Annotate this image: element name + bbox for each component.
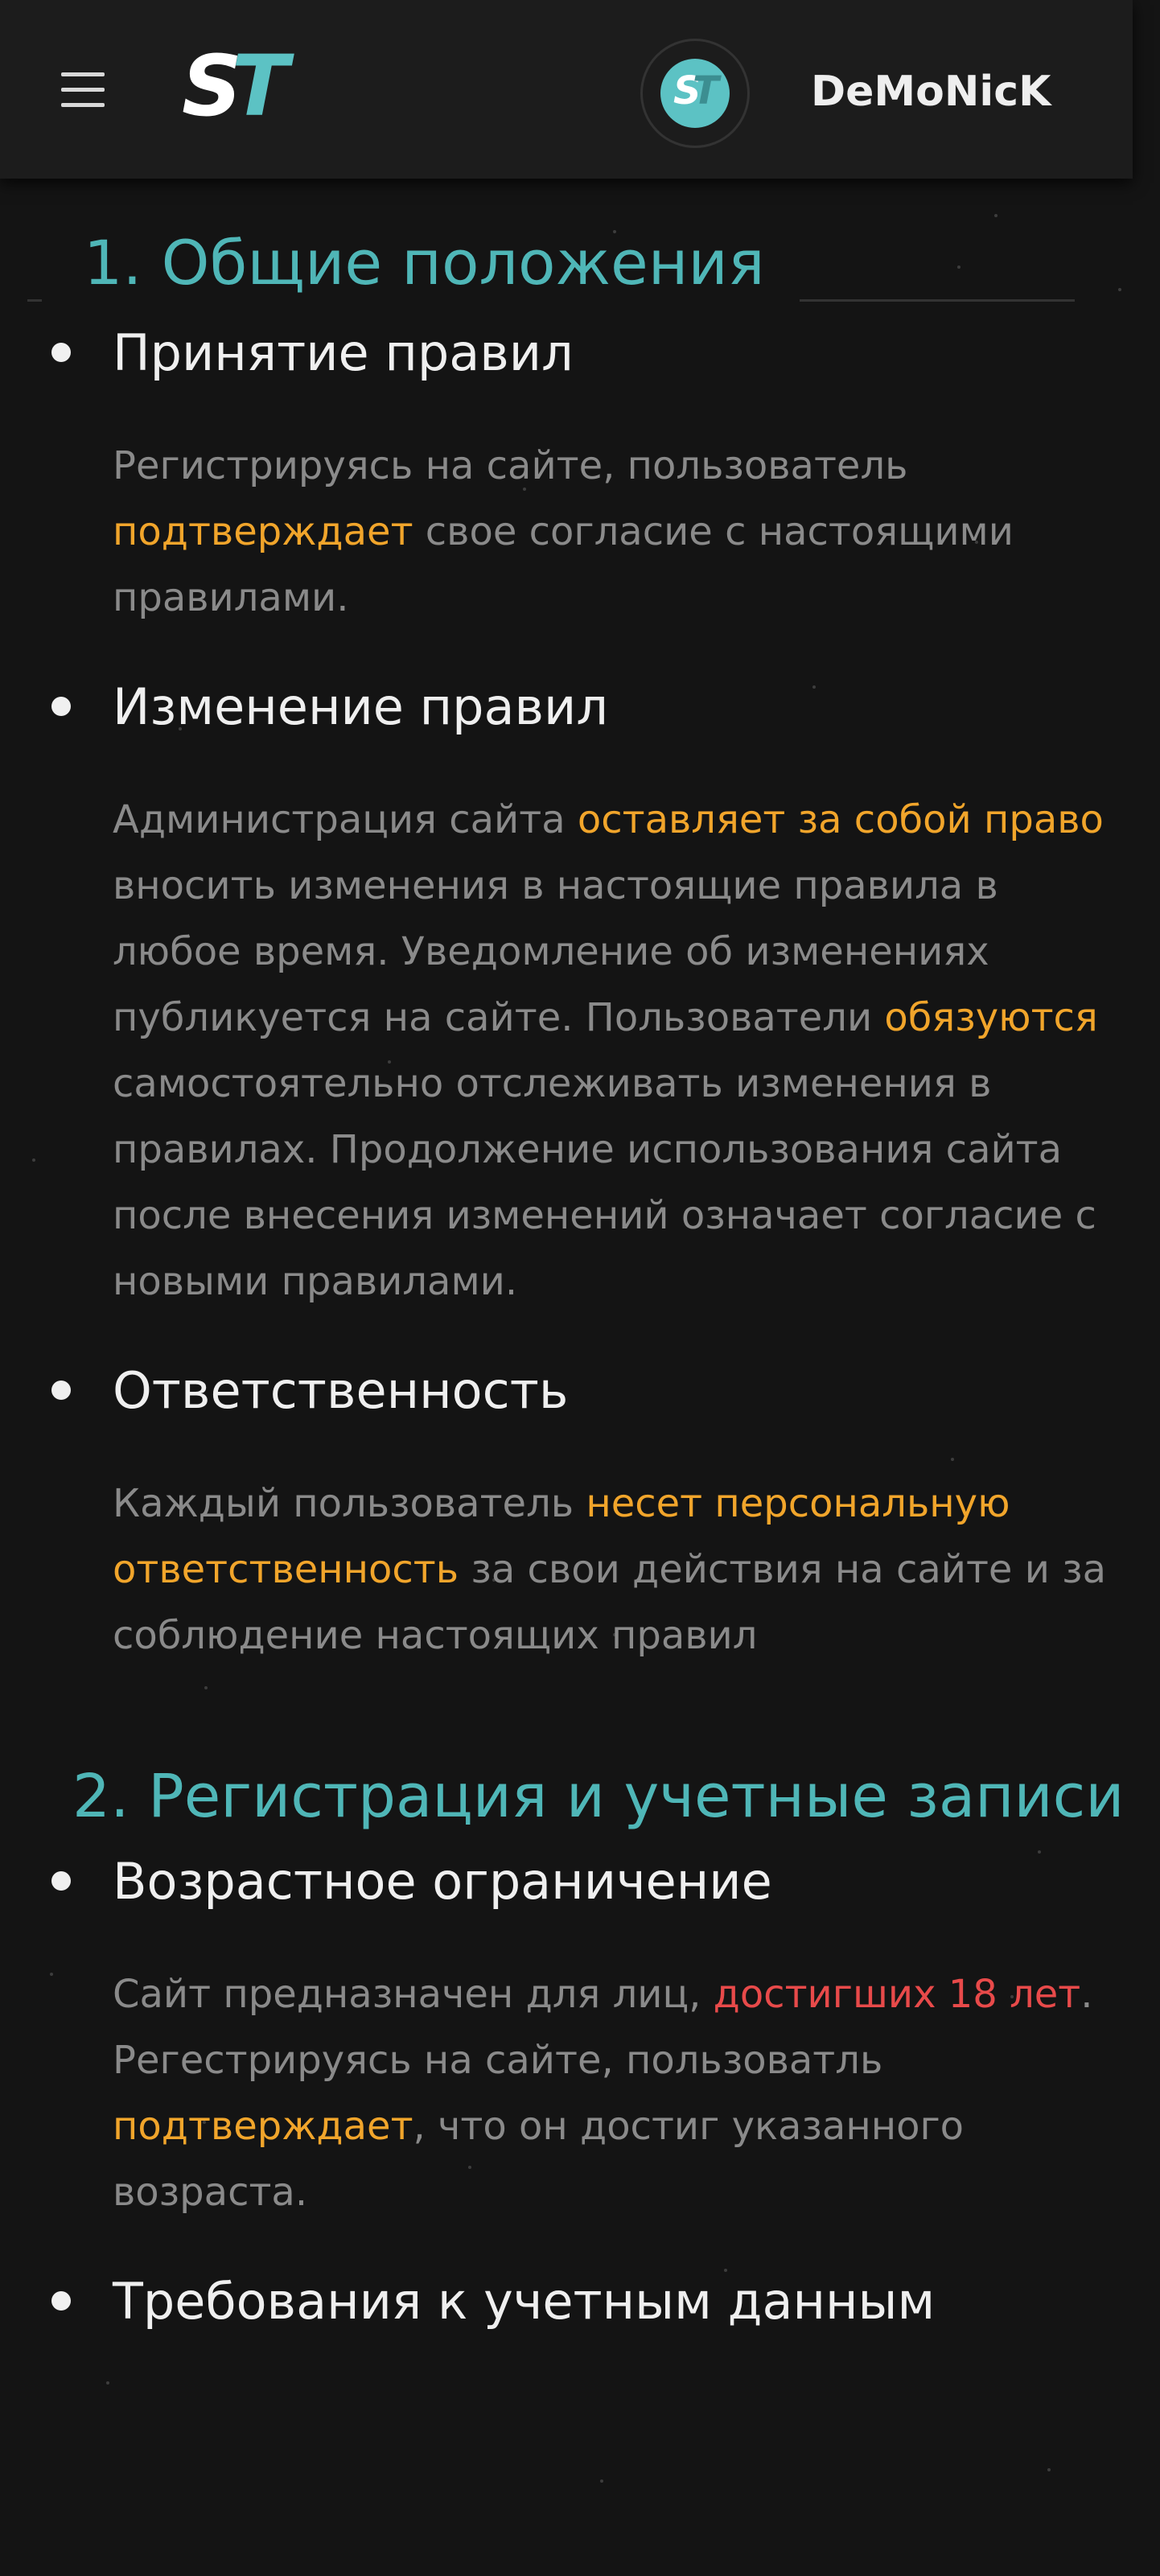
hamburger-menu-icon[interactable] xyxy=(61,71,106,109)
rule-item: Изменение правил Администрация сайта ост… xyxy=(0,669,1160,1315)
bullet-icon xyxy=(51,2291,71,2311)
avatar: S T xyxy=(660,59,730,128)
rule-item: Ответственность Каждый пользователь несе… xyxy=(0,1353,1160,1669)
rules-list: Возрастное ограничение Сайт предназначен… xyxy=(0,1844,1160,2338)
rule-item: Принятие правил Регистрируясь на сайте, … xyxy=(0,315,1160,631)
user-avatar-button[interactable]: S T xyxy=(640,39,750,148)
bullet-icon xyxy=(51,1381,71,1400)
highlighted-text: достигших 18 лет xyxy=(713,1972,1081,2017)
section-general: 1. Общие положения Принятие правил Регис… xyxy=(0,179,1160,1669)
rule-title: Принятие правил xyxy=(113,323,574,382)
rule-title: Возрастное ограничение xyxy=(113,1852,772,1911)
avatar-letter-t: T xyxy=(693,68,719,113)
rule-title: Изменение правил xyxy=(113,677,608,736)
star-dot xyxy=(1047,2468,1051,2471)
rule-item: Возрастное ограничение Сайт предназначен… xyxy=(0,1844,1160,2225)
rule-text: Регистрируясь на сайте, пользователь под… xyxy=(113,433,1128,631)
section-header: 2. Регистрация и учетные записи xyxy=(0,1707,1160,1844)
rule-text: Администрация сайта оставляет за собой п… xyxy=(113,787,1128,1315)
highlighted-text: оставляет за собой право xyxy=(577,797,1104,842)
rule-text-segment: вносить изменения в настоящие правила в … xyxy=(113,863,998,1040)
top-bar: S T S T DeMoNicK xyxy=(0,0,1133,179)
rule-text-segment: Администрация сайта xyxy=(113,797,578,842)
rule-title: Ответственность xyxy=(113,1361,569,1420)
highlighted-text: обязуются xyxy=(884,995,1098,1040)
highlighted-text: подтверждает xyxy=(113,509,413,554)
section-registration: 2. Регистрация и учетные записи Возрастн… xyxy=(0,1707,1160,2338)
bullet-icon xyxy=(51,697,71,716)
section-divider-left xyxy=(27,299,42,302)
bullet-icon xyxy=(51,343,71,362)
section-divider-right xyxy=(800,299,1075,302)
bullet-icon xyxy=(51,1871,71,1891)
star-dot xyxy=(106,2381,109,2385)
rule-text-segment: самостоятельно отслеживать изменения в п… xyxy=(113,1061,1096,1304)
rule-text-segment: Сайт предназначен для лиц, xyxy=(113,1972,714,2017)
section-header: 1. Общие положения xyxy=(0,179,1160,315)
rules-list: Принятие правил Регистрируясь на сайте, … xyxy=(0,315,1160,1669)
rules-content: 1. Общие положения Принятие правил Регис… xyxy=(0,179,1160,2338)
rule-item: Требования к учетным данным xyxy=(0,2264,1160,2338)
rule-text-segment: Регистрируясь на сайте, пользователь xyxy=(113,443,908,488)
rule-text-segment: Каждый пользователь xyxy=(113,1481,586,1526)
rule-title: Требования к учетным данным xyxy=(113,2272,936,2331)
username[interactable]: DeMoNicK xyxy=(811,68,1051,116)
section-title: 1. Общие положения xyxy=(84,227,765,298)
highlighted-text: подтверждает xyxy=(113,2104,413,2149)
logo-letter-t: T xyxy=(232,37,289,135)
rule-text: Сайт предназначен для лиц, достигших 18 … xyxy=(113,1961,1128,2225)
star-dot xyxy=(600,2479,603,2483)
section-title: 2. Регистрация и учетные записи xyxy=(72,1762,1125,1831)
rule-text: Каждый пользователь несет персональную о… xyxy=(113,1471,1128,1669)
